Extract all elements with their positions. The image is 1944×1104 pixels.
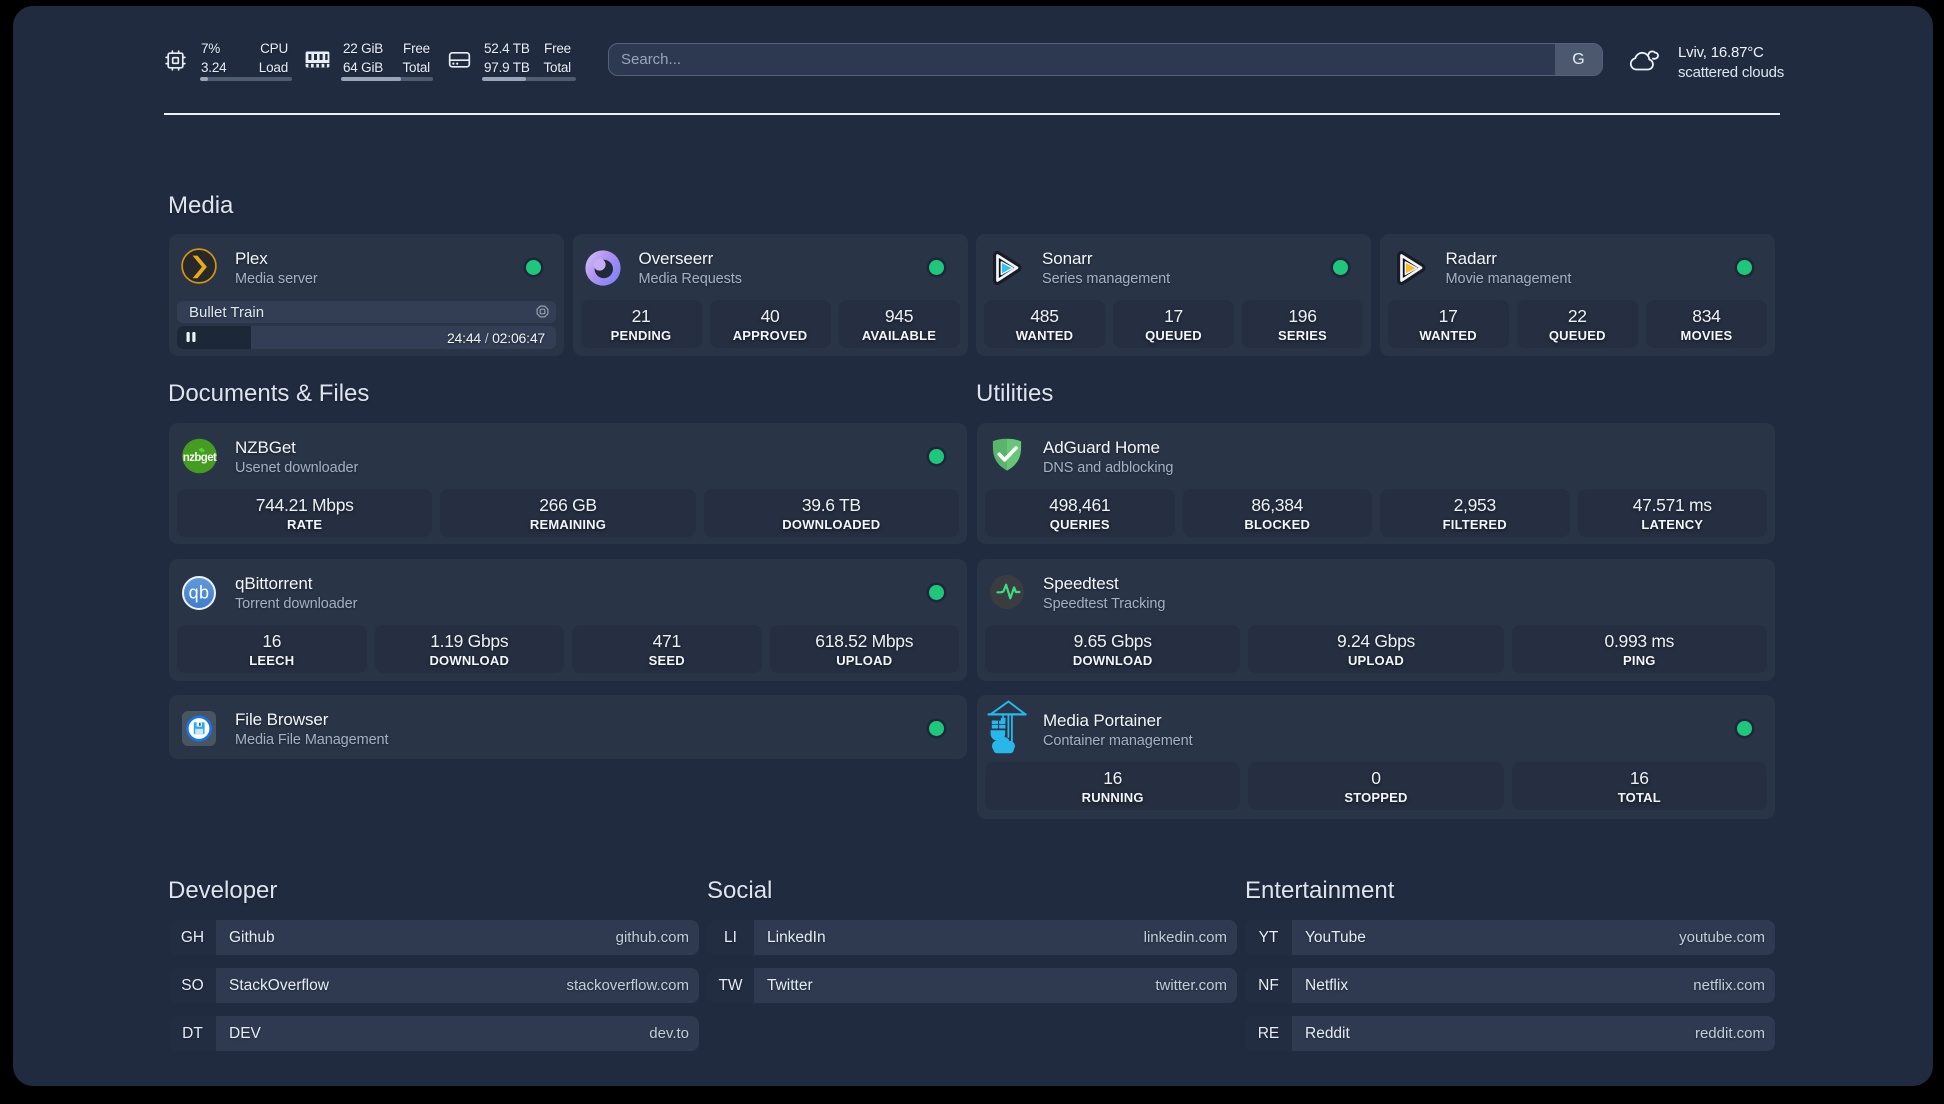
svg-text:nzbget: nzbget <box>183 452 217 464</box>
svg-text:qb: qb <box>189 583 210 603</box>
